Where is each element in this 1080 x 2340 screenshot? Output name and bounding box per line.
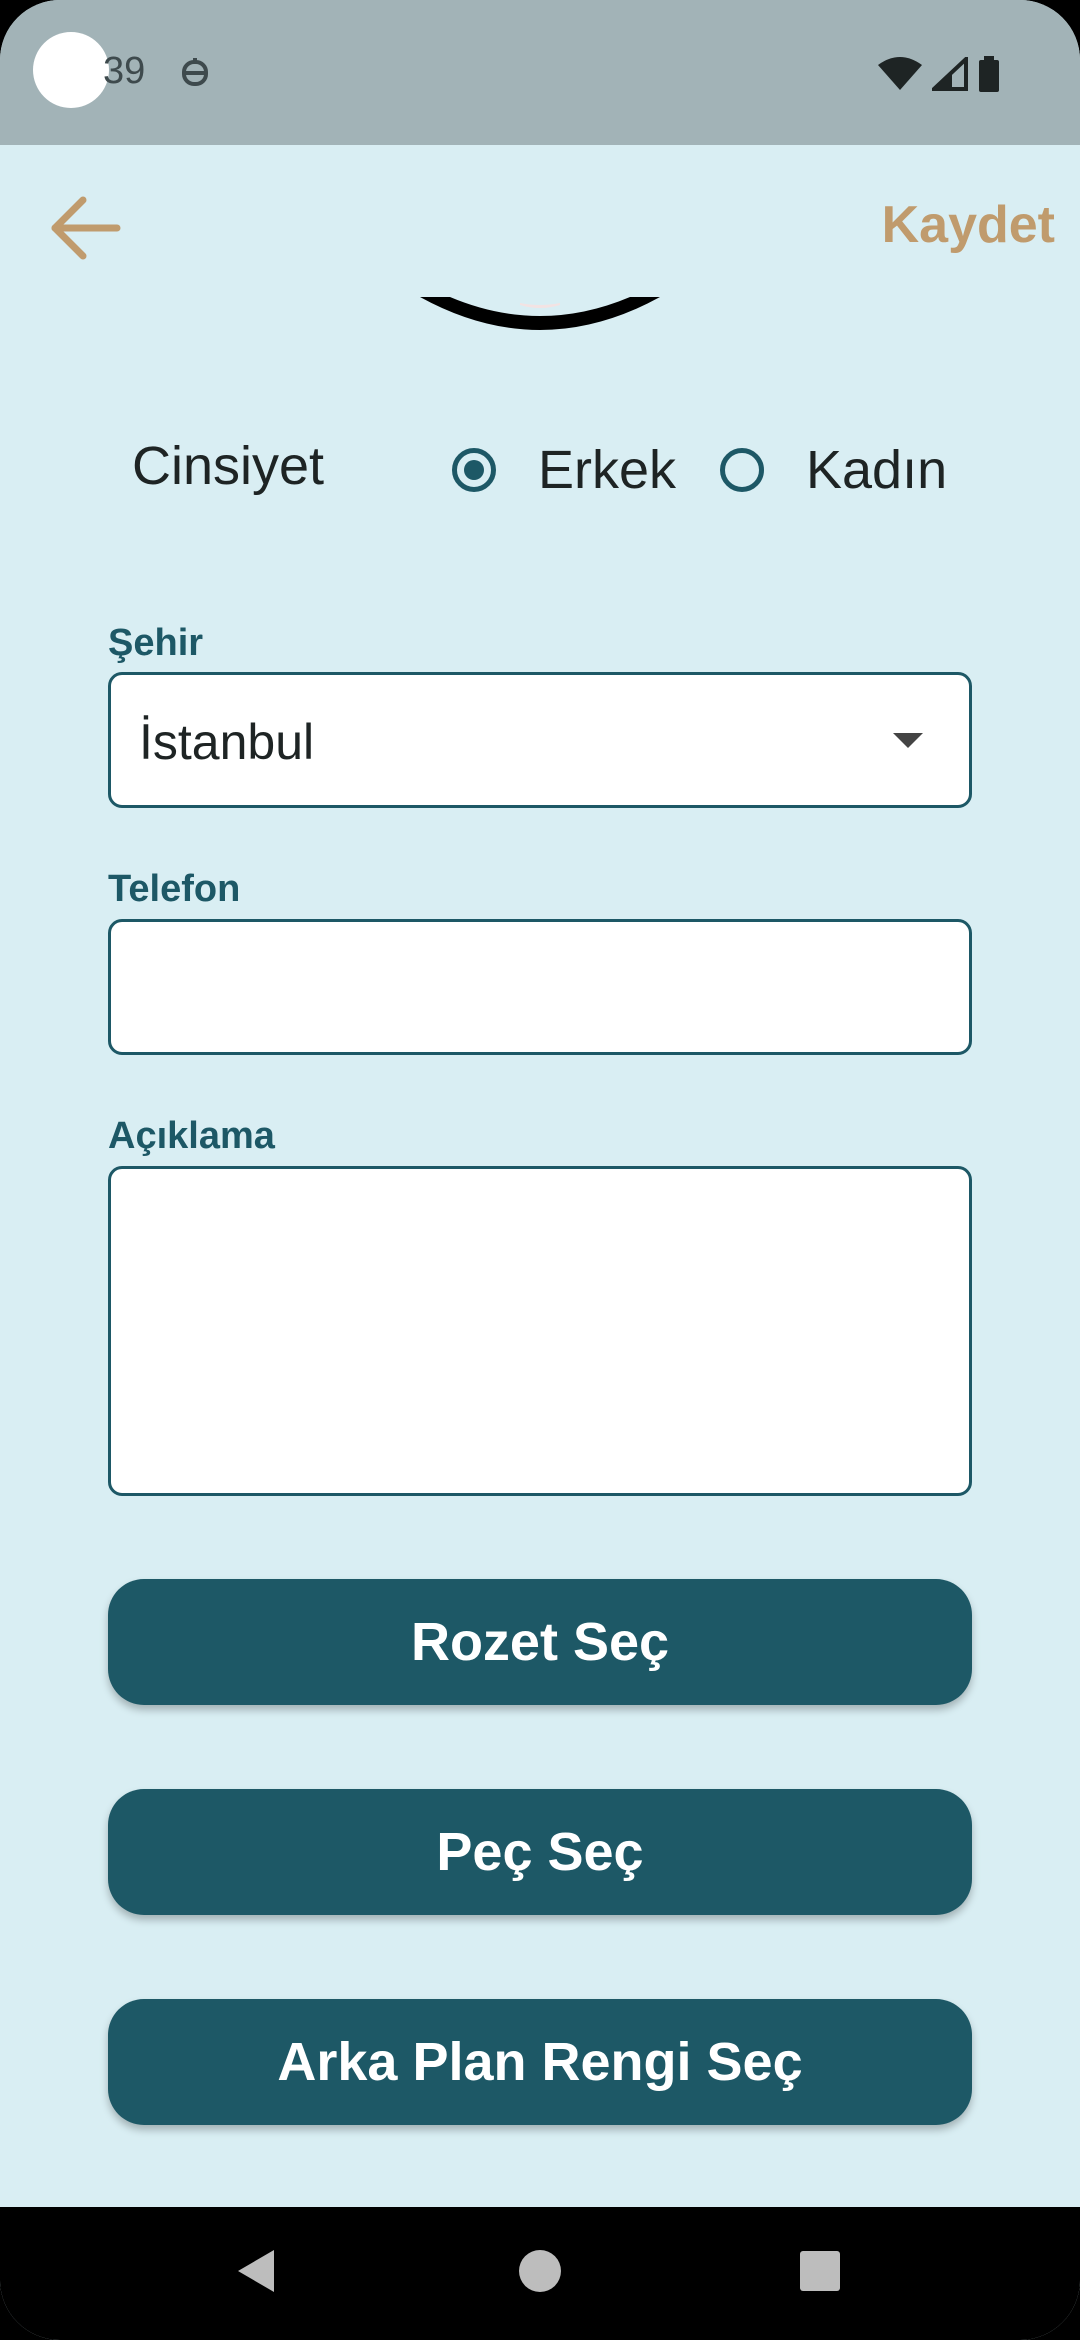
- city-value: İstanbul: [139, 714, 315, 770]
- camera-cutout: [33, 32, 109, 108]
- phone-input[interactable]: [108, 919, 972, 1055]
- status-bar: 39: [0, 0, 1080, 145]
- select-patch-button[interactable]: Peç Seç: [108, 1789, 972, 1915]
- nav-home-button[interactable]: [480, 2207, 600, 2340]
- city-label: Şehir: [108, 622, 204, 664]
- description-label: Açıklama: [108, 1115, 275, 1157]
- status-time: 39: [103, 50, 146, 92]
- avatar[interactable]: [420, 295, 660, 335]
- gender-option-label: Kadın: [806, 440, 948, 500]
- save-button[interactable]: Kaydet: [882, 190, 1055, 260]
- radio-checked-icon[interactable]: [452, 448, 496, 492]
- city-select[interactable]: İstanbul: [108, 672, 972, 808]
- app-screen: 39 Kaydet Cinsiyet Erkek Kadın Şehir İst…: [0, 0, 1080, 2340]
- battery-icon: [978, 56, 1000, 97]
- phone-label: Telefon: [108, 868, 241, 910]
- status-icons: [878, 54, 1000, 97]
- nav-recents-button[interactable]: [760, 2207, 880, 2340]
- gender-option-male[interactable]: Erkek: [452, 435, 676, 505]
- system-nav-bar: [0, 2207, 1080, 2340]
- description-textarea[interactable]: [108, 1166, 972, 1496]
- gender-option-label: Erkek: [538, 440, 677, 500]
- radio-unchecked-icon[interactable]: [720, 448, 764, 492]
- nav-back-button[interactable]: [196, 2207, 316, 2340]
- gender-option-female[interactable]: Kadın: [720, 435, 947, 505]
- notification-icon: [180, 56, 210, 92]
- wifi-icon: [878, 57, 922, 96]
- signal-icon: [928, 54, 968, 96]
- nav-back-icon: [236, 2248, 276, 2299]
- back-button[interactable]: [40, 190, 130, 270]
- gender-label: Cinsiyet: [132, 436, 325, 496]
- select-background-color-button[interactable]: Arka Plan Rengi Seç: [108, 1999, 972, 2125]
- select-badge-button[interactable]: Rozet Seç: [108, 1579, 972, 1705]
- nav-recents-icon: [799, 2250, 841, 2297]
- arrow-left-icon: [49, 196, 121, 265]
- dropdown-arrow-icon: [893, 733, 923, 748]
- nav-home-icon: [518, 2249, 562, 2298]
